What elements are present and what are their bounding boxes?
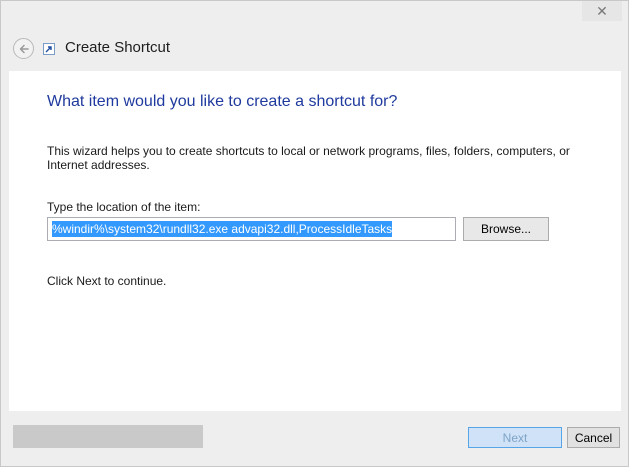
browse-button[interactable]: Browse...: [463, 217, 549, 241]
continue-instruction: Click Next to continue.: [47, 274, 167, 288]
window-title: Create Shortcut: [65, 39, 171, 56]
progress-bar: [13, 425, 203, 448]
wizard-description: This wizard helps you to create shortcut…: [47, 144, 570, 172]
cancel-button[interactable]: Cancel: [567, 427, 620, 448]
location-label: Type the location of the item:: [47, 200, 201, 214]
create-shortcut-window: ✕ Create Shortcut What item would you li…: [0, 0, 629, 467]
location-input[interactable]: %windir%\system32\rundll32.exe advapi32.…: [47, 217, 456, 241]
location-input-value: %windir%\system32\rundll32.exe advapi32.…: [52, 221, 393, 237]
next-button[interactable]: Next: [468, 427, 562, 448]
wizard-header: Create Shortcut: [1, 1, 628, 71]
shortcut-icon: [43, 43, 55, 55]
back-button[interactable]: [13, 38, 34, 59]
back-arrow-icon: [19, 44, 29, 53]
wizard-content: What item would you like to create a sho…: [9, 71, 621, 411]
page-heading: What item would you like to create a sho…: [47, 93, 398, 110]
